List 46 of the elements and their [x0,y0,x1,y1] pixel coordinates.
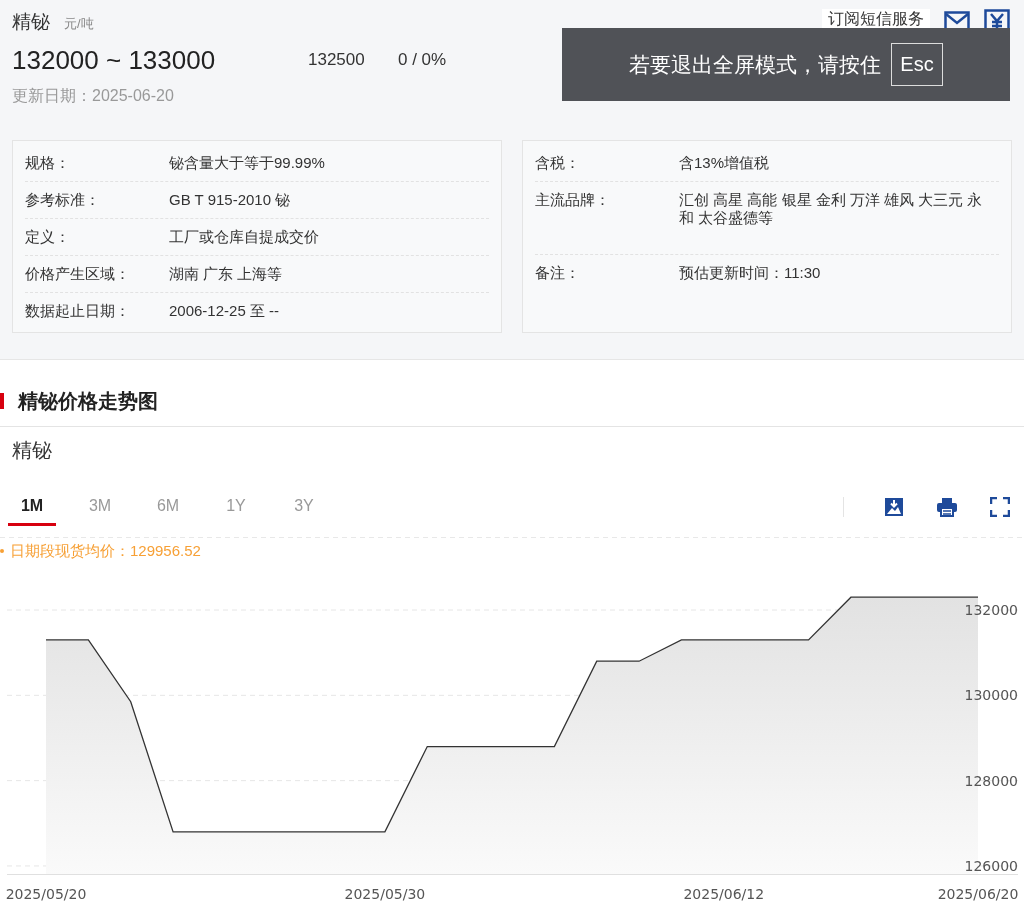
legend-dot [0,549,4,553]
section-title: 精铋价格走势图 [18,388,158,414]
range-tab[interactable]: 1Y [212,488,260,526]
range-tab[interactable]: 3M [76,488,124,526]
info-label: 主流品牌： [535,191,611,209]
average-price: 132500 [308,50,366,70]
y-axis-label: 126000 [964,857,1018,874]
range-tab[interactable]: 6M [144,488,192,526]
esc-key: Esc [891,43,943,86]
y-axis-label: 132000 [964,602,1018,618]
fullscreen-icon[interactable] [990,497,1010,517]
price-range: 132000 ~ 133000 [12,44,217,76]
info-value: 2006-12-25 至 -- [169,302,281,320]
info-label: 参考标准： [25,191,101,209]
notice-text: 若要退出全屏模式，请按住 [629,51,882,78]
y-axis-label: 130000 [964,687,1018,704]
info-label: 规格： [25,154,71,172]
subscribe-link[interactable]: 订阅短信服务 [822,9,930,29]
info-value: 含13%增值税 [679,154,771,172]
info-label: 数据起止日期： [25,302,131,320]
section-marker [0,393,4,409]
info-label: 定义： [25,228,71,246]
x-axis-label: 2025/05/30 [344,885,426,902]
info-value: GB T 915-2010 铋 [169,191,292,209]
y-axis-label: 128000 [964,772,1018,789]
unit-label: 元/吨 [64,15,94,33]
chart-title: 精铋 [11,438,53,463]
info-value: 预估更新时间：11:30 [679,264,822,282]
range-tab[interactable]: 3Y [280,488,328,526]
info-label: 价格产生区域： [25,265,131,283]
x-axis-label: 2025/06/20 [937,885,1019,902]
x-axis-label: 2025/05/20 [5,885,87,902]
info-value: 铋含量大于等于99.99% [169,154,326,172]
update-date: 更新日期：2025-06-20 [12,86,175,106]
range-tab[interactable]: 1M [8,488,56,526]
price-change: 0 / 0% [398,50,447,70]
info-value: 工厂或仓库自提成交价 [169,228,320,246]
image-download-icon[interactable] [884,497,904,517]
info-value: 汇创 高星 高能 银星 金利 万洋 雄风 大三元 永和 太谷盛德等 [679,191,984,227]
info-label: 含税： [535,154,581,172]
info-label: 备注： [535,264,581,282]
info-value: 湖南 广东 上海等 [169,265,284,283]
product-title: 精铋 [12,10,50,34]
x-axis-label: 2025/06/12 [683,885,765,902]
legend-text: 日期段现货均价：129956.52 [10,541,201,561]
print-icon[interactable] [936,497,958,517]
